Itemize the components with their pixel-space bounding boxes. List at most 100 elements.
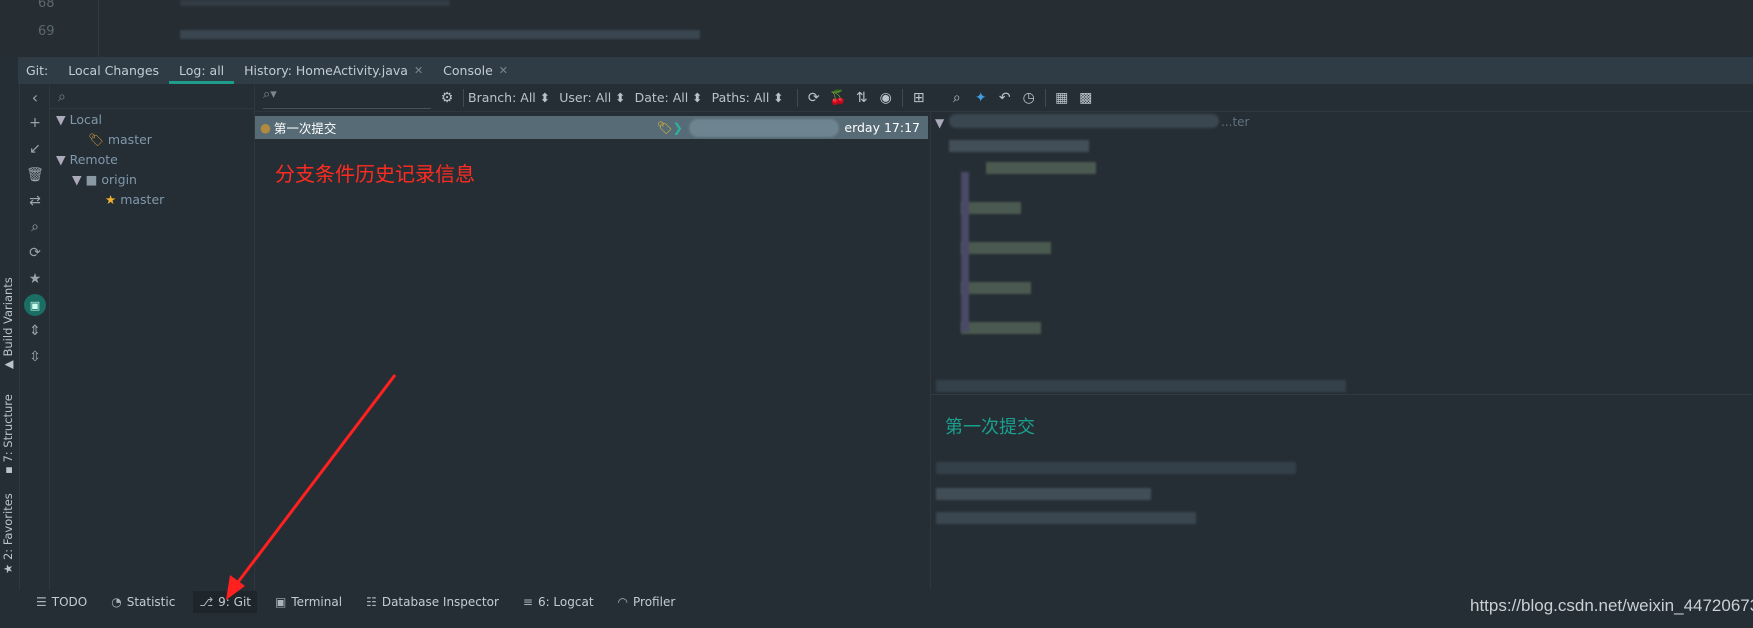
annotation-text: 分支条件历史记录信息 [275,162,475,186]
divider [1044,88,1046,107]
branch-head-icon: ❯ [672,120,683,135]
branch-local-master[interactable]: 🏷 master [88,132,152,148]
tab-history[interactable]: History: HomeActivity.java ✕ [234,57,433,84]
tab-label: 9: Git [218,595,251,609]
trash-icon[interactable]: 🗑 [20,162,50,188]
author-suffix: ...ter [1221,115,1250,129]
diff-icon[interactable]: ✦ [969,90,993,106]
branch-actions-toolbar: ‹ + ↙ 🗑 ⇄ ⌕ ⟳ ★ ▣ ⇕ ⇳ [20,84,50,590]
search-icon[interactable]: ⌕ [945,90,969,106]
expand-arrow-icon: ▼ [56,112,70,127]
tab-log-all[interactable]: Log: all [169,57,235,84]
expand-arrow-icon: ▼ [56,152,70,167]
commit-title: 第一次提交 [945,417,1035,438]
tree-node-local[interactable]: ▼ Local [56,112,102,127]
branch-icon: ⎇ [199,595,214,609]
history-icon[interactable]: ◷ [1017,90,1041,106]
android-icon: ▲ [1,356,15,369]
star-icon[interactable]: ★ [20,266,50,292]
expand-arrow-icon: ▼ [72,172,86,187]
database-icon: ☷ [366,595,377,609]
structure-tab[interactable]: ▪ 7: Structure [1,394,15,474]
user-filter[interactable]: User: All ⬍ [559,90,625,105]
star-icon: ★ [1,560,15,574]
branch-origin-master[interactable]: ★ master [105,192,164,207]
tab-label: History: HomeActivity.java [244,63,408,78]
settings-icon[interactable]: ⚙ [435,90,459,106]
build-variants-tab[interactable]: ▲ Build Variants [1,277,15,369]
tab-console[interactable]: Console ✕ [433,57,518,84]
tab-label: TODO [51,595,88,609]
filter-label: User: All [559,90,612,105]
branch-filter[interactable]: Branch: All ⬍ [468,90,550,105]
revert-icon[interactable]: ↶ [993,90,1017,106]
git-label: Git: [26,63,49,78]
cherry-pick-icon[interactable]: 🍒 [826,90,850,106]
close-icon[interactable]: ✕ [499,64,508,77]
star-icon: ★ [105,192,121,207]
profiler-tab[interactable]: ◠ Profiler [612,591,682,613]
node-label: Remote [69,152,118,167]
divider [463,88,464,107]
node-label: Local [69,112,102,127]
tab-local-changes[interactable]: Local Changes [58,57,169,84]
database-inspector-tab[interactable]: ☷ Database Inspector [360,591,505,613]
tab-label: Console [443,63,493,78]
favorites-tab[interactable]: ★ 2: Favorites [1,493,15,574]
commit-details-panel: ▼ ...ter [930,112,1753,590]
paths-filter[interactable]: Paths: All ⬍ [712,90,784,105]
close-icon[interactable]: ✕ [414,64,423,77]
watermark: https://blog.csdn.net/weixin_44720673 [1470,596,1753,615]
arrow-shaft [230,374,397,591]
chevron-left-icon[interactable]: ‹ [20,84,50,110]
logcat-icon: ≡ [522,595,533,609]
tag-icon: 🏷 [656,119,673,135]
list-icon: ☰ [36,595,47,609]
tab-label: 6: Logcat [537,595,594,609]
filter-label: Paths: All [711,90,770,105]
tree-node-origin[interactable]: ▼ ■ origin [72,172,137,187]
refresh-icon[interactable]: ⟳ [802,90,826,106]
collapse-all-icon[interactable]: ⇳ [20,344,50,370]
left-tool-strip: ▲ Build Variants ▪ 7: Structure ★ 2: Fav… [0,84,20,590]
log-search-input[interactable]: ⌕▾ [263,87,431,109]
tab-label: Terminal [291,595,343,609]
plus-icon[interactable]: + [20,110,50,136]
tab-label: 2: Favorites [1,493,15,561]
terminal-tab[interactable]: ▣ Terminal [269,591,348,613]
code-editor[interactable]: 68 69 [0,0,1753,57]
logcat-tab[interactable]: ≡ 6: Logcat [517,591,600,613]
gutter-divider [98,0,99,57]
tab-label: Database Inspector [381,595,499,609]
search-icon[interactable]: ⌕ [58,89,66,105]
refresh-icon[interactable]: ⟳ [20,240,50,266]
todo-tab[interactable]: ☰ TODO [30,591,93,613]
structure-icon: ▪ [1,462,15,474]
tab-label: 7: Structure [1,394,15,463]
tree-node-remote[interactable]: ▼ Remote [56,152,118,167]
commit-date: Yesterday 17:17 [845,120,920,135]
commit-dot-icon: ● [260,120,271,135]
expand-all-icon[interactable]: ⇕ [20,318,50,344]
search-icon[interactable]: ⌕ [20,214,50,240]
pie-icon: ◔ [111,595,122,609]
filter-label: Date: All [634,90,689,105]
expand-arrow-icon[interactable]: ▼ [935,116,944,130]
branch-label: master [107,132,152,147]
node-label: origin [101,172,137,187]
view-options-icon[interactable]: ▩ [1074,90,1098,106]
checkout-arrow-icon[interactable]: ↙ [20,136,50,162]
git-tab[interactable]: ⎇ 9: Git [193,591,257,613]
eye-icon[interactable]: ◉ [874,90,898,106]
line-number: 68 [38,0,55,11]
layout-icon[interactable]: ▦ [1050,90,1074,106]
group-by-folder-icon[interactable]: ▣ [20,292,50,318]
compare-icon[interactable]: ⇄ [20,188,50,214]
tab-label: Statistic [126,595,176,609]
date-filter[interactable]: Date: All ⬍ [635,90,703,105]
new-tab-icon[interactable]: ⊞ [907,90,931,106]
commit-row[interactable]: ● 第一次提交 🏷❯ Yesterday 17:17 [255,116,928,139]
sort-icon[interactable]: ⇅ [850,90,874,106]
statistic-tab[interactable]: ◔ Statistic [105,591,181,613]
tab-label: Build Variants [1,277,15,357]
